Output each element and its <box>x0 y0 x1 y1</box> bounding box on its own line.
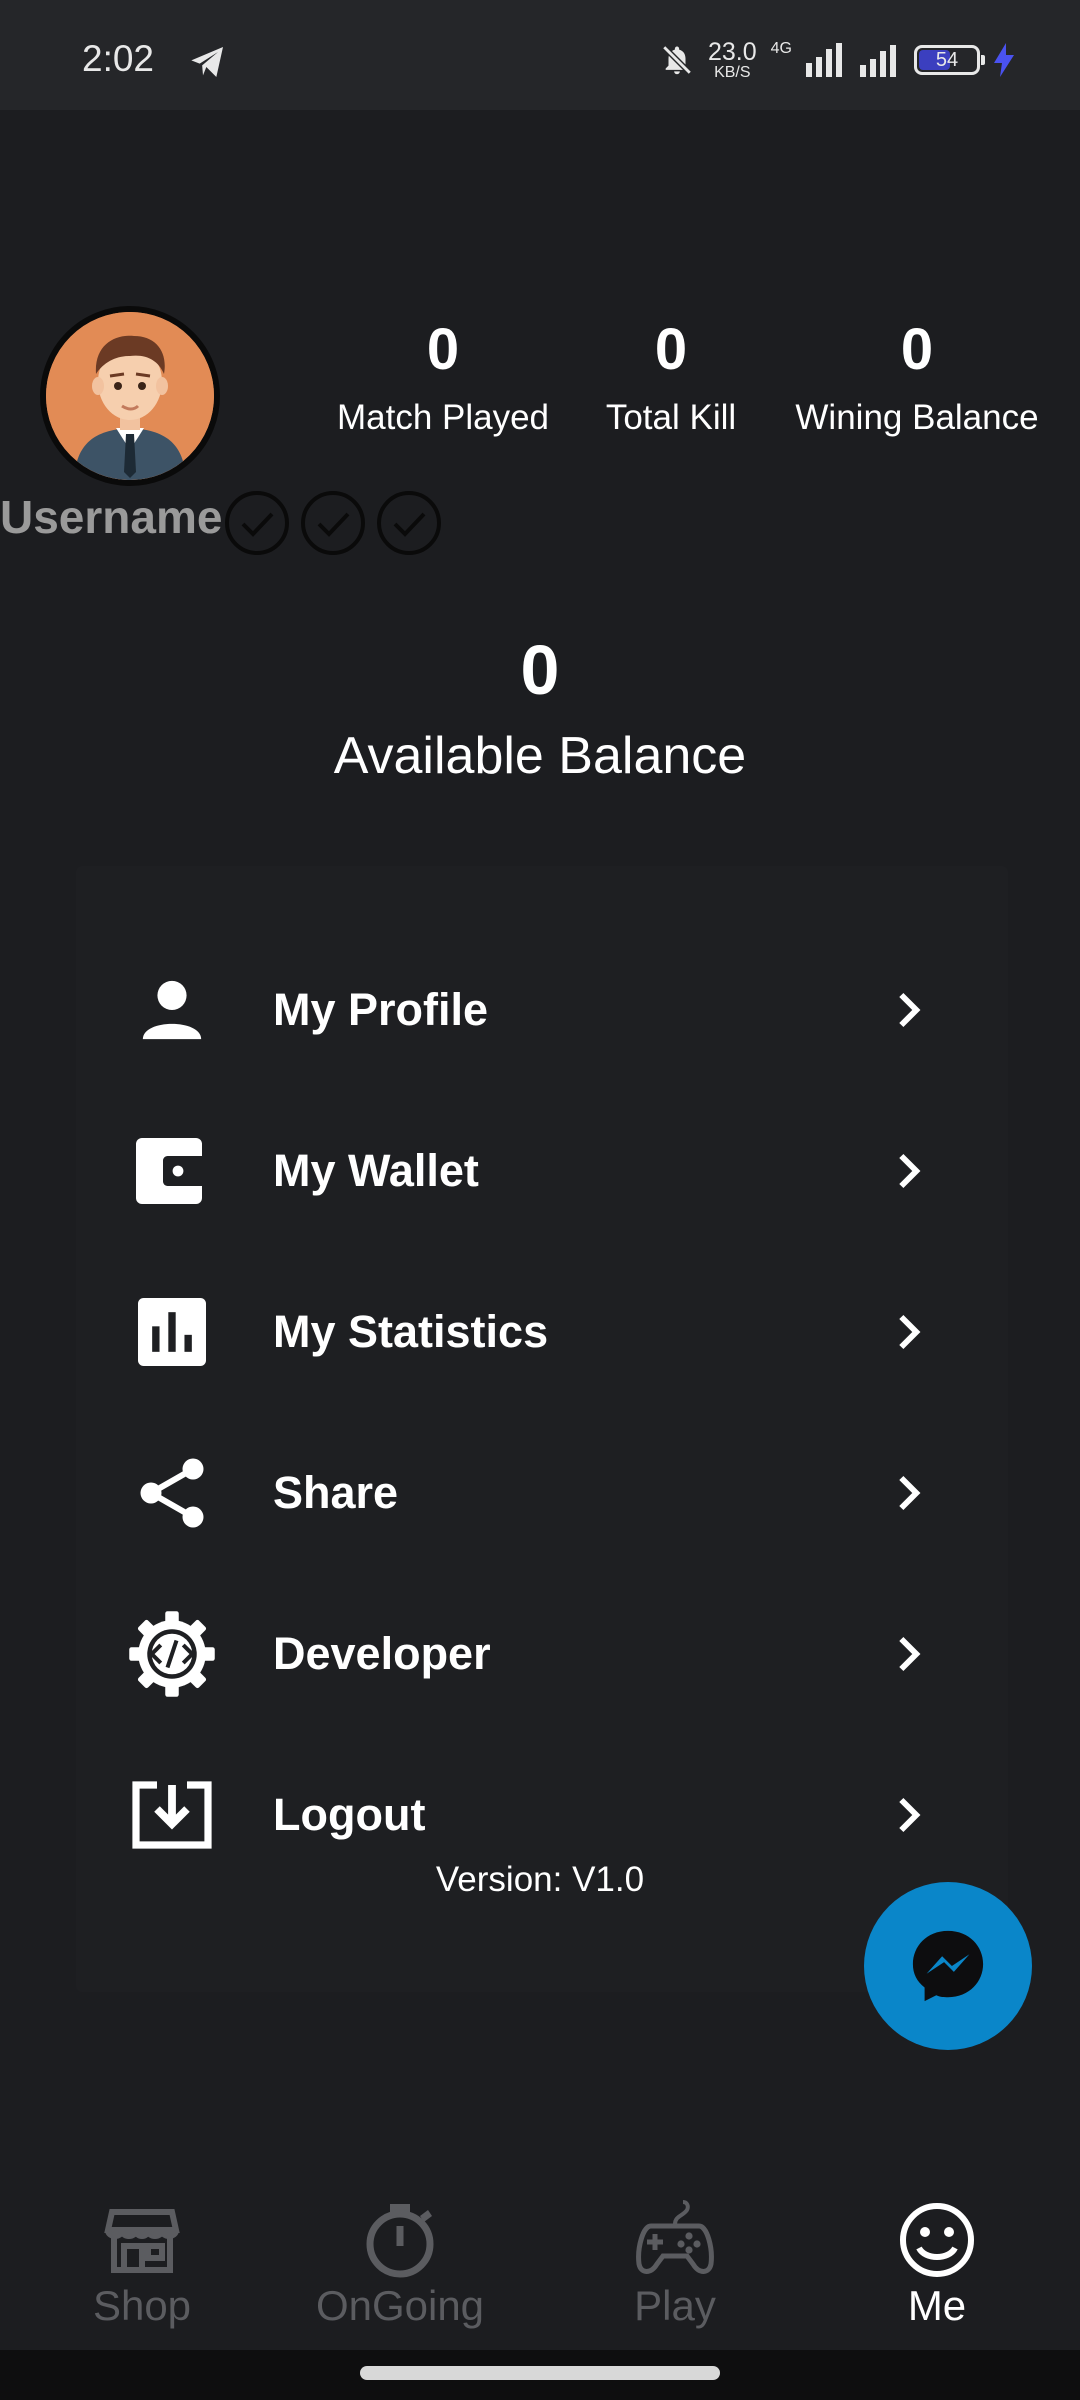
battery-indicator: 54 <box>914 45 985 75</box>
battery-level: 54 <box>935 48 959 71</box>
menu-item-label: Developer <box>273 1628 491 1679</box>
chevron-right-icon <box>899 1314 921 1350</box>
nav-item-shop[interactable]: Shop <box>32 2170 252 2350</box>
nav-item-label: Shop <box>92 2282 192 2329</box>
menu-item-my-statistics[interactable]: My Statistics <box>76 1272 1008 1392</box>
charging-icon <box>994 43 1014 77</box>
check-circle-icon <box>225 491 289 555</box>
bottom-nav: Shop OnGoing Play Me <box>0 2170 1080 2350</box>
menu-item-label: My Wallet <box>273 1145 479 1196</box>
smiley-icon <box>900 2203 974 2277</box>
network-type: 4G <box>770 40 792 57</box>
network-speed-unit: KB/S <box>714 63 751 81</box>
nav-item-label: OnGoing <box>315 2282 485 2329</box>
status-time: 2:02 <box>82 38 155 79</box>
notifications-off-icon <box>662 45 692 75</box>
nav-item-me[interactable]: Me <box>827 2170 1047 2350</box>
home-indicator[interactable] <box>360 2366 720 2380</box>
messenger-icon <box>912 1930 984 2002</box>
menu-item-logout[interactable]: Logout <box>76 1755 1008 1875</box>
nav-item-play[interactable]: Play <box>565 2170 785 2350</box>
stat-value: 0 <box>426 317 460 382</box>
stat-wining-balance: 0 Wining Balance <box>786 312 1048 438</box>
menu-item-label: Share <box>273 1467 399 1518</box>
menu-item-label: My Profile <box>273 984 489 1035</box>
status-icons: 23.0 KB/S 4G 54 <box>660 36 1014 84</box>
developer-gear-icon <box>126 1608 218 1700</box>
stopwatch-icon <box>366 2204 434 2278</box>
stat-label: Wining Balance <box>795 398 1039 437</box>
signal-icon <box>806 43 842 77</box>
logout-icon <box>126 1769 218 1861</box>
person-icon <box>126 964 218 1056</box>
stat-value: 0 <box>654 317 688 382</box>
telegram-icon <box>191 47 223 77</box>
chevron-right-icon <box>899 1475 921 1511</box>
menu-item-my-profile[interactable]: My Profile <box>76 950 1008 1070</box>
chevron-right-icon <box>899 1153 921 1189</box>
available-balance-value: 0 <box>520 631 560 709</box>
menu-item-label: Logout <box>273 1789 426 1840</box>
username: Username <box>0 491 223 543</box>
network-speed: 23.0 KB/S <box>707 37 757 81</box>
chevron-right-icon <box>899 1636 921 1672</box>
menu-item-developer[interactable]: Developer <box>76 1594 1008 1714</box>
stat-label: Match Played <box>336 398 550 437</box>
status-bar: 2:02 23.0 KB/S 4G 54 <box>0 0 1080 110</box>
available-balance-label: Available Balance <box>333 727 747 785</box>
nav-item-label: Play <box>634 2282 716 2329</box>
signal-icon <box>860 45 896 77</box>
check-circle-icon <box>377 491 441 555</box>
chevron-right-icon <box>899 992 921 1028</box>
gamepad-icon <box>636 2200 714 2274</box>
avatar[interactable] <box>40 306 220 486</box>
bar-chart-icon <box>126 1286 218 1378</box>
wallet-icon <box>126 1125 218 1217</box>
stat-label: Total Kill <box>605 398 737 437</box>
menu-item-label: My Statistics <box>273 1306 549 1357</box>
stat-match-played: 0 Match Played <box>330 312 556 438</box>
stat-value: 0 <box>900 317 934 382</box>
menu-item-share[interactable]: Share <box>76 1433 1008 1553</box>
nav-item-ongoing[interactable]: OnGoing <box>290 2170 510 2350</box>
stat-total-kill: 0 Total Kill <box>596 312 746 438</box>
messenger-button[interactable] <box>864 1882 1032 2050</box>
chevron-right-icon <box>899 1797 921 1833</box>
menu-item-my-wallet[interactable]: My Wallet <box>76 1111 1008 1231</box>
nav-item-label: Me <box>907 2282 967 2329</box>
avatar-image <box>46 312 214 480</box>
share-icon <box>126 1447 218 1539</box>
menu-card: My Profile My Wallet My Statistics Share <box>76 866 1008 1992</box>
network-speed-value: 23.0 <box>707 37 757 66</box>
verification-badges <box>224 490 442 556</box>
check-circle-icon <box>301 491 365 555</box>
shop-icon <box>104 2209 180 2273</box>
